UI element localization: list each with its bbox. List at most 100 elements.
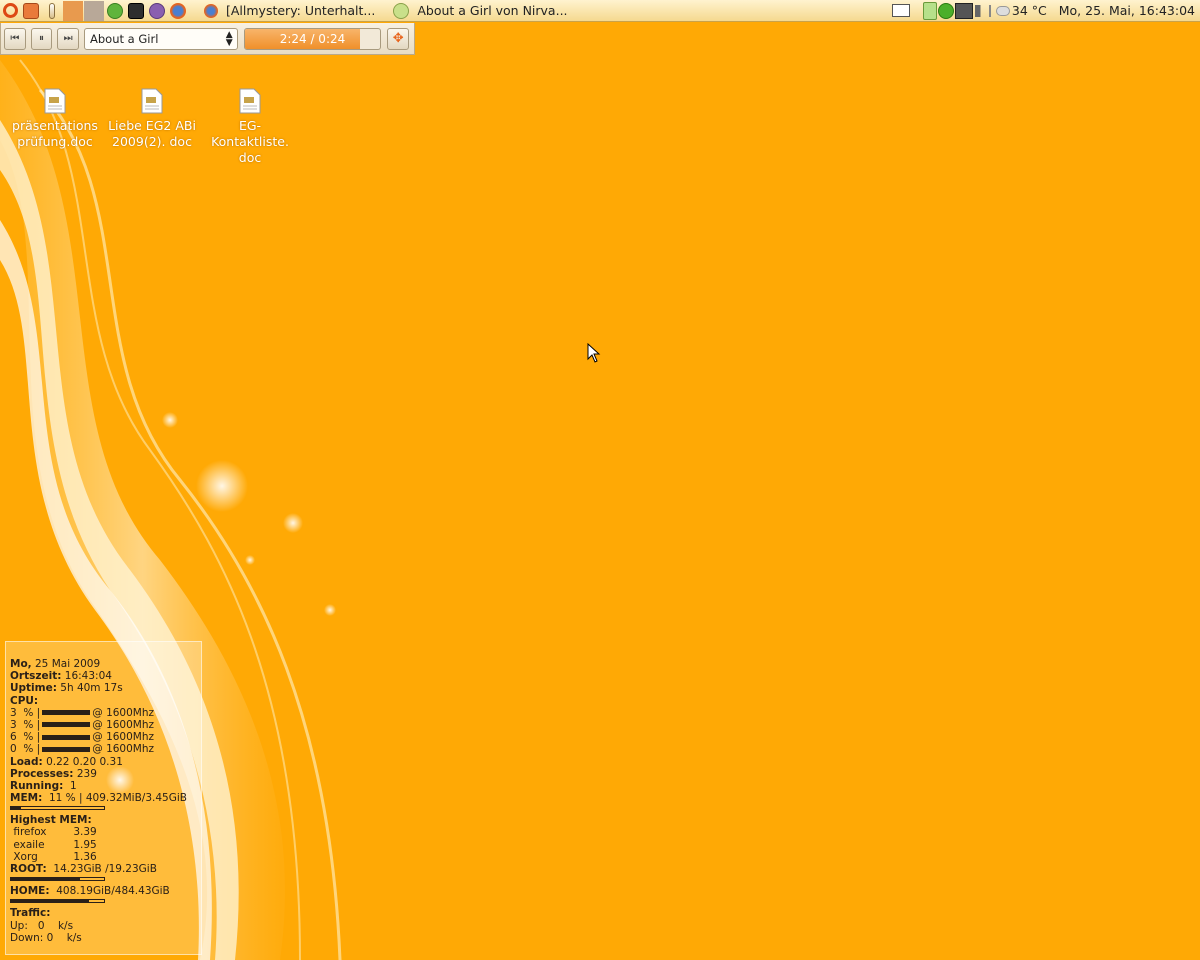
process-mem: 1.36	[73, 850, 97, 863]
root-bar-fill	[11, 878, 80, 881]
cpu-bar	[42, 710, 91, 716]
cpu-label: CPU:	[10, 694, 39, 707]
download-row: Down: 0 k/s	[10, 932, 201, 944]
cpu-row: 3 % | @ 1600Mhz	[10, 718, 155, 731]
home-bar-fill	[11, 900, 90, 903]
traffic-label: Traffic:	[10, 907, 51, 920]
uptime-value: 5h 40m 17s	[60, 682, 123, 695]
download-value: 0	[46, 931, 54, 944]
upload-value: 0	[37, 919, 45, 932]
cpu-percent: 3 %	[10, 718, 34, 731]
process-name: Xorg	[13, 850, 38, 863]
time-value: 16:43:04	[64, 670, 112, 683]
icon-label: EG- Kontaktliste. doc	[211, 118, 289, 165]
cpu-row: 3 % | @ 1600Mhz	[10, 706, 155, 719]
desktop-icon-eg-kontaktliste[interactable]: EG- Kontaktliste. doc	[204, 86, 296, 166]
pidgin-launcher[interactable]	[147, 1, 167, 21]
chevron-updown-icon: ▲ ▼	[225, 29, 233, 48]
chat-icon	[149, 2, 165, 19]
previous-icon: ⏮	[10, 33, 20, 44]
upload-unit: k/s	[57, 919, 74, 932]
download-unit: k/s	[66, 931, 82, 944]
process-row: firefox 3.39	[10, 826, 201, 838]
process-name: exaile	[13, 838, 45, 851]
process-row: exaile 1.95	[10, 839, 201, 851]
cpu-frequency: @ 1600Mhz	[92, 731, 155, 744]
music-player-icon	[393, 2, 410, 19]
play-icon	[107, 2, 123, 19]
taskbar-item-exaile[interactable]: About a Girl von Nirva...	[387, 1, 573, 21]
running-value: 1	[70, 779, 77, 792]
mem-bar	[10, 806, 105, 811]
process-mem: 1.95	[73, 838, 97, 851]
move-icon: ✥	[392, 31, 404, 46]
playback-time: 2:24 / 0:24	[279, 31, 346, 46]
workspace-icon	[84, 0, 104, 21]
network-icon[interactable]	[954, 2, 973, 19]
home-value: 408.19GiB/484.43GiB	[56, 885, 170, 898]
track-select[interactable]: About a Girl ▲ ▼	[84, 27, 238, 50]
workspace-switcher-1[interactable]	[63, 0, 83, 21]
mem-label: MEM:	[10, 792, 43, 805]
task-label: About a Girl von Nirva...	[417, 3, 568, 18]
root-bar	[10, 877, 105, 882]
root-value: 14.23GiB /19.23GiB	[53, 863, 157, 875]
desktop-icon-liebe-eg2[interactable]: Liebe EG2 ABi 2009(2). doc	[106, 86, 198, 150]
mail-icon[interactable]	[891, 4, 910, 17]
desktop-icon-praesentationspruefung[interactable]: präsentations prüfung.doc	[9, 86, 101, 150]
root-label: ROOT:	[10, 863, 47, 875]
status-icon[interactable]	[937, 2, 954, 19]
cpu-percent: 0 %	[10, 743, 34, 756]
upload-row: Up: 0 k/s	[10, 920, 201, 932]
process-name: firefox	[13, 826, 47, 839]
task-label: [Allmystery: Unterhalt...	[226, 3, 376, 18]
pause-button[interactable]: ⏸	[30, 27, 53, 50]
process-mem: 3.39	[73, 826, 97, 839]
home-folder-icon	[23, 2, 39, 19]
volume-icon[interactable]	[974, 4, 991, 17]
firefox-launcher[interactable]	[168, 1, 188, 21]
cpu-bar	[42, 746, 91, 752]
next-icon: ⏭	[63, 33, 73, 44]
track-title: About a Girl	[90, 31, 159, 46]
firefox-icon	[204, 3, 218, 18]
media-player-launcher[interactable]	[105, 1, 125, 21]
show-desktop-launcher[interactable]	[42, 1, 62, 21]
processes-value: 239	[76, 767, 97, 780]
terminal-launcher[interactable]	[126, 1, 146, 21]
process-row: Xorg 1.36	[10, 851, 201, 863]
document-icon	[44, 88, 66, 114]
move-handle-button[interactable]: ✥	[387, 27, 410, 50]
date-label: Mo,	[10, 658, 32, 670]
cpu-frequency: @ 1600Mhz	[92, 718, 155, 731]
next-track-button[interactable]: ⏭	[57, 27, 80, 50]
taskbar-item-firefox[interactable]: [Allmystery: Unterhalt...	[198, 1, 381, 21]
previous-track-button[interactable]: ⏮	[4, 27, 26, 50]
applications-menu-button[interactable]	[0, 1, 20, 21]
document-icon	[239, 88, 261, 114]
places-launcher[interactable]	[21, 1, 41, 21]
cpu-bar	[42, 734, 91, 740]
media-player-minibar: ⏮ ⏸ ⏭ About a Girl ▲ ▼ 2:24 / 0:24 ✥	[0, 23, 415, 55]
download-label: Down:	[10, 931, 44, 944]
conky-system-monitor: Mo, 25 Mai 2009 Ortszeit: 16:43:04 Uptim…	[5, 641, 202, 955]
weather-icon[interactable]	[995, 5, 1010, 16]
notes-icon[interactable]	[922, 1, 937, 20]
document-icon	[141, 88, 163, 114]
running-label: Running:	[10, 779, 64, 792]
load-label: Load:	[10, 755, 43, 768]
cpu-bar	[42, 722, 91, 728]
mouse-cursor-icon	[587, 343, 601, 363]
terminal-icon	[128, 2, 144, 19]
cpu-frequency: @ 1600Mhz	[92, 706, 155, 719]
desktop-icon	[49, 2, 55, 19]
processes-label: Processes:	[10, 767, 74, 780]
clock[interactable]: Mo, 25. Mai, 16:43:04	[1059, 3, 1195, 18]
playback-progress[interactable]: 2:24 / 0:24	[243, 27, 382, 50]
load-value: 0.22 0.20 0.31	[46, 755, 123, 768]
workspace-icon	[63, 0, 83, 21]
weather-temperature[interactable]: 34 °C	[1012, 3, 1047, 18]
uptime-label: Uptime:	[10, 682, 57, 695]
cpu-frequency: @ 1600Mhz	[92, 743, 155, 756]
workspace-switcher-2[interactable]	[84, 0, 104, 21]
